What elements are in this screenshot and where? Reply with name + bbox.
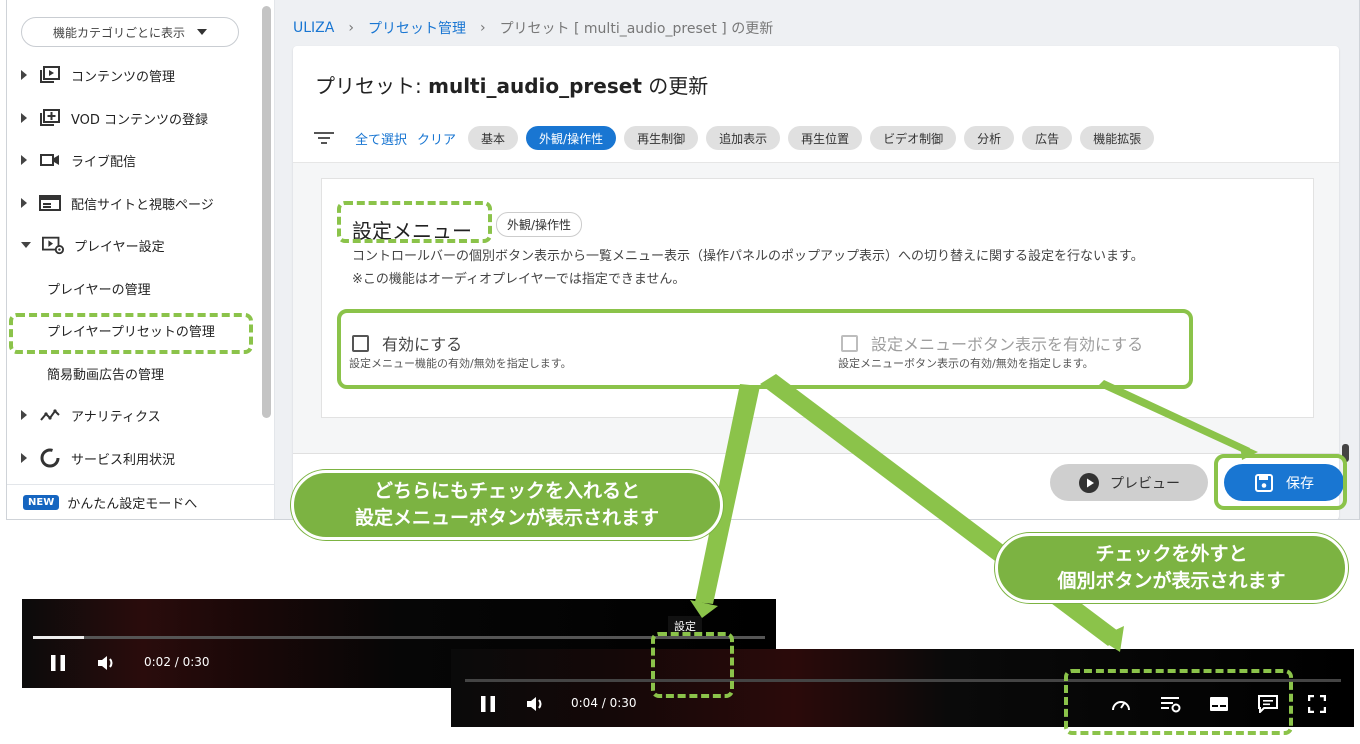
- chevron-right-icon: [21, 453, 27, 463]
- page-title-prefix: プリセット:: [315, 74, 429, 98]
- breadcrumb-preset-link[interactable]: プリセット管理: [368, 18, 466, 38]
- section-category-badge: 外観/操作性: [496, 212, 583, 237]
- highlight-save-button: [1214, 454, 1347, 510]
- highlight-individual-buttons: [1064, 669, 1293, 735]
- sidebar-item-label: アナリティクス: [71, 409, 161, 425]
- sidebar-subitem-label: プレイヤーの管理: [47, 282, 151, 298]
- sidebar-item-label: VOD コンテンツの登録: [71, 112, 209, 128]
- sidebar: 機能カテゴリごとに表示 コンテンツの管理 VOD コンテンツの登録 ライブ配信: [7, 0, 275, 519]
- sidebar-item-live[interactable]: ライブ配信: [21, 148, 136, 172]
- section-note-line: ※この機能はオーディオプレイヤーでは指定できません。: [352, 272, 686, 287]
- chip-appearance[interactable]: 外観/操作性: [526, 126, 617, 150]
- breadcrumb-separator: ›: [479, 20, 486, 36]
- chip-basic[interactable]: 基本: [468, 126, 519, 150]
- sidebar-subitem-simple-ad[interactable]: 簡易動画広告の管理: [47, 363, 164, 383]
- playback-time: 0:04 / 0:30: [571, 696, 637, 710]
- video-camera-icon: [39, 151, 61, 169]
- playback-time: 0:02 / 0:30: [144, 655, 210, 669]
- preset-edit-card: プリセット: multi_audio_preset の更新 全て選択 クリア 基…: [293, 46, 1349, 519]
- sidebar-item-usage[interactable]: サービス利用状況: [21, 446, 175, 470]
- progress-fill: [33, 636, 85, 639]
- volume-icon[interactable]: [525, 694, 547, 714]
- chevron-right-icon: [21, 113, 27, 123]
- breadcrumb: ULIZA › プリセット管理 › プリセット [ multi_audio_pr…: [293, 18, 773, 38]
- section-description-line: コントロールバーの個別ボタン表示から一覧メニュー表示（操作パネルのポップアップ表…: [352, 249, 1144, 264]
- chip-playback-position[interactable]: 再生位置: [788, 126, 863, 150]
- add-library-icon: [39, 109, 61, 127]
- select-all-link[interactable]: 全て選択: [355, 129, 407, 148]
- sidebar-item-vod-register[interactable]: VOD コンテンツの登録: [21, 106, 208, 130]
- callout-line: チェックを外すと: [1095, 543, 1248, 565]
- footer-divider: [293, 453, 1339, 454]
- filter-bar: 全て選択 クリア 基本 外観/操作性 再生制御 追加表示 再生位置 ビデオ制御 …: [313, 126, 1155, 150]
- sidebar-item-player-settings[interactable]: プレイヤー設定: [21, 233, 165, 257]
- page-title: プリセット: multi_audio_preset の更新: [315, 70, 708, 99]
- callout-line: どちらにもチェックを入れると: [373, 480, 640, 502]
- chip-playback-control[interactable]: 再生制御: [624, 126, 699, 150]
- sidebar-subitem-label: 簡易動画広告の管理: [47, 367, 165, 383]
- chevron-right-icon: [21, 410, 27, 420]
- caret-down-icon: [197, 29, 207, 35]
- breadcrumb-separator: ›: [348, 20, 354, 36]
- section-description: コントロールバーの個別ボタン表示から一覧メニュー表示（操作パネルのポップアップ表…: [352, 245, 1144, 291]
- highlight-section-title: [337, 201, 492, 243]
- sidebar-item-label: ライブ配信: [71, 154, 137, 170]
- filter-list-icon[interactable]: [313, 130, 335, 146]
- main-content: ULIZA › プリセット管理 › プリセット [ multi_audio_pr…: [275, 0, 1359, 519]
- video-library-icon: [39, 66, 61, 84]
- player-settings-icon: [42, 236, 64, 255]
- callout-both-checked: どちらにもチェックを入れると 設定メニューボタンが表示されます: [291, 470, 723, 540]
- sidebar-item-analytics[interactable]: アナリティクス: [21, 403, 161, 427]
- pause-icon[interactable]: [478, 694, 498, 714]
- highlight-settings-button: [651, 632, 734, 698]
- chevron-right-icon: [21, 155, 27, 165]
- chip-analytics[interactable]: 分析: [964, 126, 1015, 150]
- preview-button[interactable]: プレビュー: [1050, 464, 1208, 501]
- sidebar-item-label: 配信サイトと視聴ページ: [71, 197, 214, 213]
- breadcrumb-current: プリセット [ multi_audio_preset ] の更新: [499, 21, 774, 37]
- app-window: 機能カテゴリごとに表示 コンテンツの管理 VOD コンテンツの登録 ライブ配信: [6, 0, 1360, 520]
- chip-video-control[interactable]: ビデオ制御: [870, 126, 957, 150]
- new-badge: NEW: [23, 495, 60, 510]
- breadcrumb-root-link[interactable]: ULIZA: [293, 20, 334, 36]
- callout-line: 設定メニューボタンが表示されます: [354, 507, 659, 529]
- preview-button-label: プレビュー: [1110, 475, 1180, 492]
- chevron-right-icon: [21, 198, 27, 208]
- callout-line: 個別ボタンが表示されます: [1057, 570, 1286, 592]
- sidebar-item-label: サービス利用状況: [71, 452, 176, 468]
- easy-mode-label: かんたん設定モードへ: [67, 497, 198, 512]
- category-display-select[interactable]: 機能カテゴリごとに表示: [21, 17, 239, 47]
- sidebar-item-label: コンテンツの管理: [71, 69, 176, 85]
- clear-link[interactable]: クリア: [417, 129, 456, 148]
- sidebar-item-label: プレイヤー設定: [74, 239, 165, 255]
- chevron-down-icon: [21, 242, 31, 248]
- chip-ads[interactable]: 広告: [1022, 126, 1073, 150]
- highlight-preset-menu-item: [9, 313, 253, 354]
- web-page-icon: [39, 194, 61, 212]
- highlight-checkbox-options: [337, 309, 1193, 389]
- sidebar-item-content-management[interactable]: コンテンツの管理: [21, 63, 175, 87]
- sidebar-item-sites[interactable]: 配信サイトと視聴ページ: [21, 191, 214, 215]
- analytics-icon: [39, 406, 61, 424]
- sidebar-scrollbar[interactable]: [262, 6, 271, 418]
- page-title-preset-name: multi_audio_preset: [428, 74, 642, 98]
- chevron-right-icon: [21, 70, 27, 80]
- pause-icon[interactable]: [48, 653, 68, 673]
- volume-icon[interactable]: [96, 653, 118, 673]
- play-circle-icon: [1079, 472, 1099, 493]
- chip-additional-display[interactable]: 追加表示: [706, 126, 781, 150]
- page-title-suffix: の更新: [641, 74, 709, 98]
- sidebar-subitem-player-management[interactable]: プレイヤーの管理: [47, 278, 151, 298]
- category-select-label: 機能カテゴリごとに表示: [52, 25, 185, 40]
- chip-extensions[interactable]: 機能拡張: [1080, 126, 1155, 150]
- easy-mode-link[interactable]: NEW かんたん設定モードへ: [7, 484, 275, 519]
- fullscreen-icon[interactable]: [1306, 693, 1328, 715]
- callout-unchecked: チェックを外すと 個別ボタンが表示されます: [995, 533, 1348, 603]
- donut-chart-icon: [39, 448, 61, 468]
